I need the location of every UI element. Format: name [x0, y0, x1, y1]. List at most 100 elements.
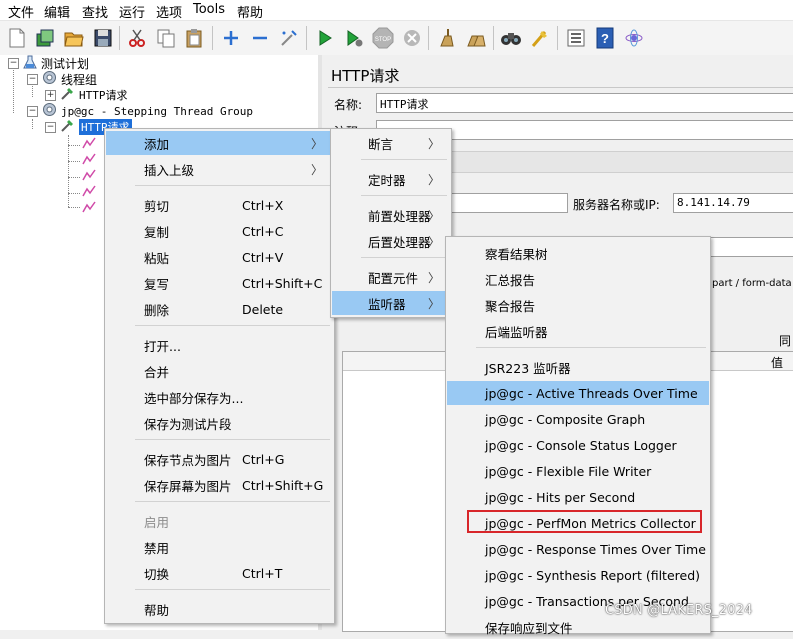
tree-label-stepping-thread-group: jp@gc - Stepping Thread Group	[61, 104, 254, 118]
server-label: 服务器名称或IP:	[573, 198, 660, 212]
multipart-checkbox-label: part / form-data	[712, 278, 792, 289]
listener-summary-report[interactable]: 汇总报告	[447, 267, 709, 291]
new-icon[interactable]	[6, 27, 28, 49]
submenu-item-pre-processors[interactable]: 前置处理器〉	[332, 203, 450, 227]
menu-item-copy[interactable]: 复制 Ctrl+C	[106, 219, 333, 243]
listener-hits-per-second[interactable]: jp@gc - Hits per Second	[447, 485, 709, 509]
collapse-icon[interactable]: −	[27, 73, 38, 85]
chevron-right-icon: 〉	[310, 162, 323, 177]
open-icon[interactable]	[63, 27, 85, 49]
start-icon[interactable]	[314, 27, 336, 49]
start-no-pause-icon[interactable]	[343, 27, 365, 49]
chevron-right-icon: 〉	[427, 172, 440, 187]
listener-submenu: 察看结果树 汇总报告 聚合报告 后端监听器 JSR223 监听器 jp@gc -…	[445, 236, 711, 636]
listener-backend-listener[interactable]: 后端监听器	[447, 319, 709, 343]
listener-flexible-file-writer[interactable]: jp@gc - Flexible File Writer	[447, 459, 709, 483]
clear-icon[interactable]	[436, 27, 458, 49]
listener-aggregate-report[interactable]: 聚合报告	[447, 293, 709, 317]
pipette-icon	[60, 118, 75, 136]
menu-help[interactable]: 帮助	[237, 2, 263, 21]
listener-view-results-tree[interactable]: 察看结果树	[447, 241, 709, 265]
menu-run[interactable]: 运行	[119, 2, 145, 21]
menu-search[interactable]: 查找	[82, 2, 108, 21]
submenu-item-assertions[interactable]: 断言〉	[332, 131, 450, 155]
menu-item-duplicate[interactable]: 复写 Ctrl+Shift+C	[106, 271, 333, 295]
menu-item-save-selection-as[interactable]: 选中部分保存为...	[106, 385, 333, 409]
menu-edit[interactable]: 编辑	[44, 2, 70, 21]
listener-composite-graph[interactable]: jp@gc - Composite Graph	[447, 407, 709, 431]
help-icon[interactable]: ?	[594, 27, 616, 49]
clear-all-icon[interactable]	[465, 27, 487, 49]
copy-icon[interactable]	[155, 27, 177, 49]
menu-item-open[interactable]: 打开...	[106, 333, 333, 357]
listener-save-responses-to-file[interactable]: 保存响应到文件	[447, 615, 709, 639]
tree-node-http-request[interactable]: + HTTP请求	[45, 87, 128, 103]
save-icon[interactable]	[92, 27, 114, 49]
toggle-icon[interactable]	[278, 27, 300, 49]
toolbar: STOP ?	[0, 21, 793, 56]
tree-node-stepping-thread-group[interactable]: − jp@gc - Stepping Thread Group	[27, 103, 253, 119]
listener-console-status-logger[interactable]: jp@gc - Console Status Logger	[447, 433, 709, 457]
menu-item-help[interactable]: 帮助	[106, 597, 333, 621]
svg-text:STOP: STOP	[375, 37, 391, 43]
chart-icon	[82, 169, 96, 184]
svg-text:?: ?	[601, 31, 609, 46]
menu-item-add[interactable]: 添加〉	[106, 131, 333, 155]
menu-item-save-node-as-image[interactable]: 保存节点为图片 Ctrl+G	[106, 447, 333, 471]
menu-item-disable[interactable]: 禁用	[106, 535, 333, 559]
chevron-right-icon: 〉	[427, 208, 440, 223]
tree-node-thread-group[interactable]: − 线程组	[27, 71, 97, 87]
chart-icon	[82, 137, 96, 152]
remote-icon[interactable]	[623, 27, 645, 49]
submenu-item-timers[interactable]: 定时器〉	[332, 167, 450, 191]
chevron-right-icon: 〉	[427, 296, 440, 311]
function-helper-icon[interactable]	[565, 27, 587, 49]
collapse-icon[interactable]: −	[8, 57, 19, 69]
tree-label-thread-group: 线程组	[61, 72, 98, 87]
listener-response-times-over-time[interactable]: jp@gc - Response Times Over Time	[447, 537, 709, 561]
listener-jsr223[interactable]: JSR223 监听器	[447, 355, 709, 379]
tree-label-http-request: HTTP请求	[79, 89, 128, 102]
menu-item-merge[interactable]: 合并	[106, 359, 333, 383]
listener-synthesis-report[interactable]: jp@gc - Synthesis Report (filtered)	[447, 563, 709, 587]
cut-icon[interactable]	[126, 27, 148, 49]
submenu-item-post-processors[interactable]: 后置处理器〉	[332, 229, 450, 253]
menu-item-enable: 启用	[144, 514, 170, 530]
chart-icon	[82, 201, 96, 216]
tree-node-test-plan[interactable]: − 测试计划	[8, 55, 89, 71]
name-label: 名称:	[334, 98, 363, 112]
submenu-item-config-elements[interactable]: 配置元件〉	[332, 265, 450, 289]
collapse-icon[interactable]: −	[27, 105, 38, 117]
expand-icon[interactable]	[220, 27, 242, 49]
collapse-icon[interactable]	[249, 27, 271, 49]
menu-file[interactable]: 文件	[8, 2, 34, 21]
submenu-item-listeners[interactable]: 监听器〉	[332, 291, 450, 315]
menu-item-save-as-test-fragment[interactable]: 保存为测试片段	[106, 411, 333, 435]
menu-options[interactable]: 选项	[156, 2, 182, 21]
protocol-field[interactable]	[442, 193, 568, 213]
menu-item-delete[interactable]: 删除 Delete	[106, 297, 333, 321]
shutdown-icon[interactable]	[401, 27, 423, 49]
add-submenu: 断言〉 定时器〉 前置处理器〉 后置处理器〉 配置元件〉 监听器〉	[330, 128, 452, 318]
menu-item-paste[interactable]: 粘贴 Ctrl+V	[106, 245, 333, 269]
gear-icon	[42, 102, 57, 120]
collapse-icon[interactable]: −	[45, 121, 56, 133]
test-plan-icon	[23, 55, 37, 72]
paste-icon[interactable]	[184, 27, 206, 49]
name-field[interactable]: HTTP请求	[376, 93, 793, 113]
templates-icon[interactable]	[34, 27, 56, 49]
search-icon[interactable]	[500, 27, 522, 49]
stop-icon[interactable]: STOP	[372, 27, 394, 49]
pipette-icon	[60, 86, 75, 104]
server-field[interactable]: 8.141.14.79	[673, 193, 793, 213]
menu-item-cut[interactable]: 剪切 Ctrl+X	[106, 193, 333, 217]
menu-item-insert-parent[interactable]: 插入上级〉	[106, 157, 333, 181]
context-menu: 添加〉 插入上级〉 剪切 Ctrl+X 复制 Ctrl+C 粘贴 Ctrl+V 复写 C…	[104, 128, 335, 624]
menu-item-toggle[interactable]: 切换 Ctrl+T	[106, 561, 333, 585]
expand-icon[interactable]: +	[45, 89, 56, 101]
listener-active-threads-over-time[interactable]: jp@gc - Active Threads Over Time	[447, 381, 709, 405]
reset-search-icon[interactable]	[529, 27, 551, 49]
menu-tools[interactable]: Tools	[193, 2, 225, 17]
chevron-right-icon: 〉	[427, 270, 440, 285]
menu-item-save-screen-as-image[interactable]: 保存屏幕为图片 Ctrl+Shift+G	[106, 473, 333, 497]
